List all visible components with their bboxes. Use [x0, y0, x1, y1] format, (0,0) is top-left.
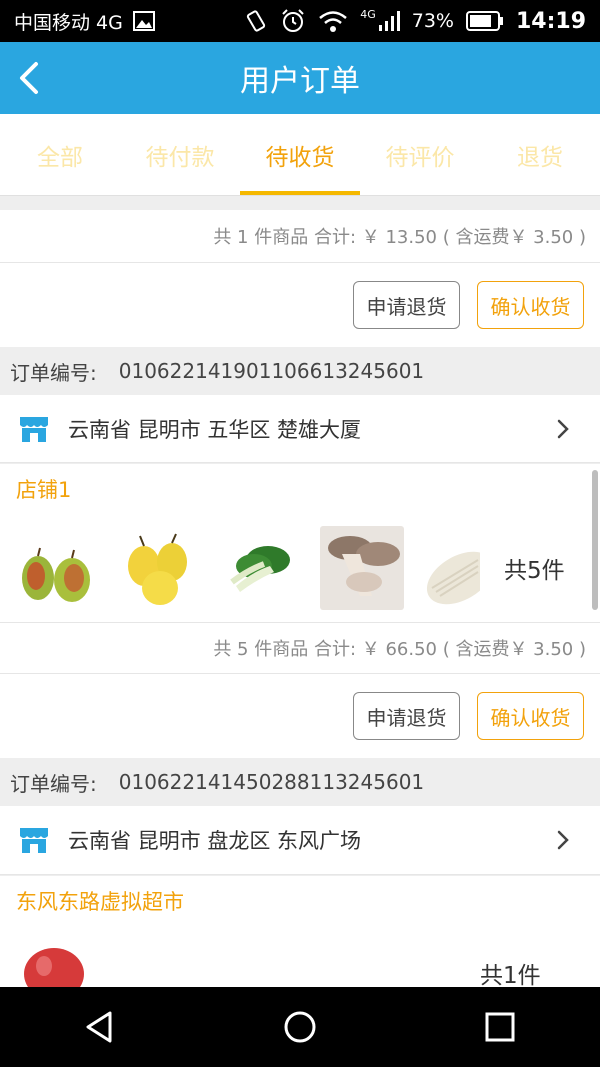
confirm-receipt-button[interactable]: 确认收货	[477, 281, 584, 329]
page-title: 用户订单	[240, 64, 360, 99]
alarm-icon	[282, 9, 304, 32]
store-name-row: 东风东路虚拟超市	[0, 876, 600, 926]
order-actions: 申请退货 确认收货	[0, 263, 600, 347]
store-icon	[20, 416, 48, 442]
store-name-row: 店铺1	[0, 464, 600, 514]
summary-text: 共 1 件商品 合计: ￥ 13.50 ( 含运费￥ 3.50 )	[213, 227, 586, 248]
product-thumb-yellow-pear[interactable]	[116, 526, 200, 610]
wifi-icon	[319, 11, 348, 32]
system-nav-bar	[0, 987, 600, 1067]
product-thumb-bok-choy[interactable]	[218, 526, 302, 610]
order-number-label: 订单编号:	[10, 771, 97, 796]
order-number: 010622141450288113245601	[118, 770, 425, 794]
tab-pending-receipt[interactable]: 待收货	[240, 114, 360, 195]
battery-icon	[465, 11, 503, 31]
nav-home-icon[interactable]	[282, 1009, 318, 1045]
chevron-right-icon	[557, 830, 569, 850]
signal-icon	[378, 11, 400, 31]
request-return-button[interactable]: 申请退货	[353, 692, 460, 740]
tab-pending-review[interactable]: 待评价	[360, 114, 480, 195]
tab-all[interactable]: 全部	[0, 114, 120, 195]
confirm-receipt-button[interactable]: 确认收货	[477, 692, 584, 740]
product-thumb-apple[interactable]	[24, 940, 88, 987]
order-tabs: 全部 待付款 待收货 待评价 退货	[0, 114, 600, 196]
store-name: 东风东路虚拟超市	[16, 890, 184, 914]
tab-pending-payment[interactable]: 待付款	[120, 114, 240, 195]
address-row[interactable]: 云南省 昆明市 盘龙区 东风广场	[0, 806, 600, 875]
product-thumb-pear[interactable]	[14, 526, 98, 610]
nav-back-icon[interactable]	[82, 1009, 118, 1045]
battery-percent: 73%	[411, 10, 454, 32]
app-header: 用户订单	[0, 42, 600, 114]
store-icon	[20, 828, 48, 853]
product-thumb-mushroom[interactable]	[320, 526, 404, 610]
nav-recents-icon[interactable]	[482, 1009, 518, 1045]
goods-row[interactable]: 共1件	[0, 926, 600, 987]
back-button[interactable]	[12, 56, 52, 100]
order-number-row: 订单编号: 010622141901106613245601	[0, 347, 600, 395]
store-name: 店铺1	[16, 478, 72, 502]
order-summary: 共 5 件商品 合计: ￥ 66.50 ( 含运费￥ 3.50 )	[0, 622, 600, 674]
address-text: 云南省 昆明市 五华区 楚雄大厦	[68, 417, 362, 442]
address-text: 云南省 昆明市 盘龙区 东风广场	[68, 829, 362, 853]
network-type: 4G	[360, 7, 376, 21]
status-bar: 中国移动 4G 4G 73% 14:19	[0, 0, 600, 42]
image-icon	[132, 11, 155, 31]
goods-row[interactable]: 共5件	[0, 514, 600, 622]
order-number-row: 订单编号: 010622141450288113245601	[0, 758, 600, 806]
chevron-right-icon	[557, 419, 569, 438]
address-row[interactable]: 云南省 昆明市 五华区 楚雄大厦	[0, 395, 600, 463]
order-number: 010622141901106613245601	[118, 359, 425, 383]
order-number-label: 订单编号:	[10, 360, 97, 385]
order-list[interactable]: 共 1 件商品 合计: ￥ 13.50 ( 含运费￥ 3.50 ) 申请退货 确…	[0, 196, 600, 987]
carrier-text: 中国移动 4G	[14, 11, 123, 34]
tab-returns[interactable]: 退货	[480, 114, 600, 195]
order-summary: 共 1 件商品 合计: ￥ 13.50 ( 含运费￥ 3.50 )	[0, 210, 600, 263]
vibrate-icon	[247, 10, 266, 32]
goods-count: 共1件	[480, 963, 541, 987]
order-actions: 申请退货 确认收货	[0, 674, 600, 758]
summary-text: 共 5 件商品 合计: ￥ 66.50 ( 含运费￥ 3.50 )	[213, 639, 586, 660]
goods-count: 共5件	[504, 558, 565, 584]
scrollbar[interactable]	[592, 470, 598, 610]
clock: 14:19	[515, 8, 586, 34]
back-arrow-icon	[20, 62, 38, 94]
product-thumb-enoki[interactable]	[422, 526, 480, 610]
request-return-button[interactable]: 申请退货	[353, 281, 460, 329]
